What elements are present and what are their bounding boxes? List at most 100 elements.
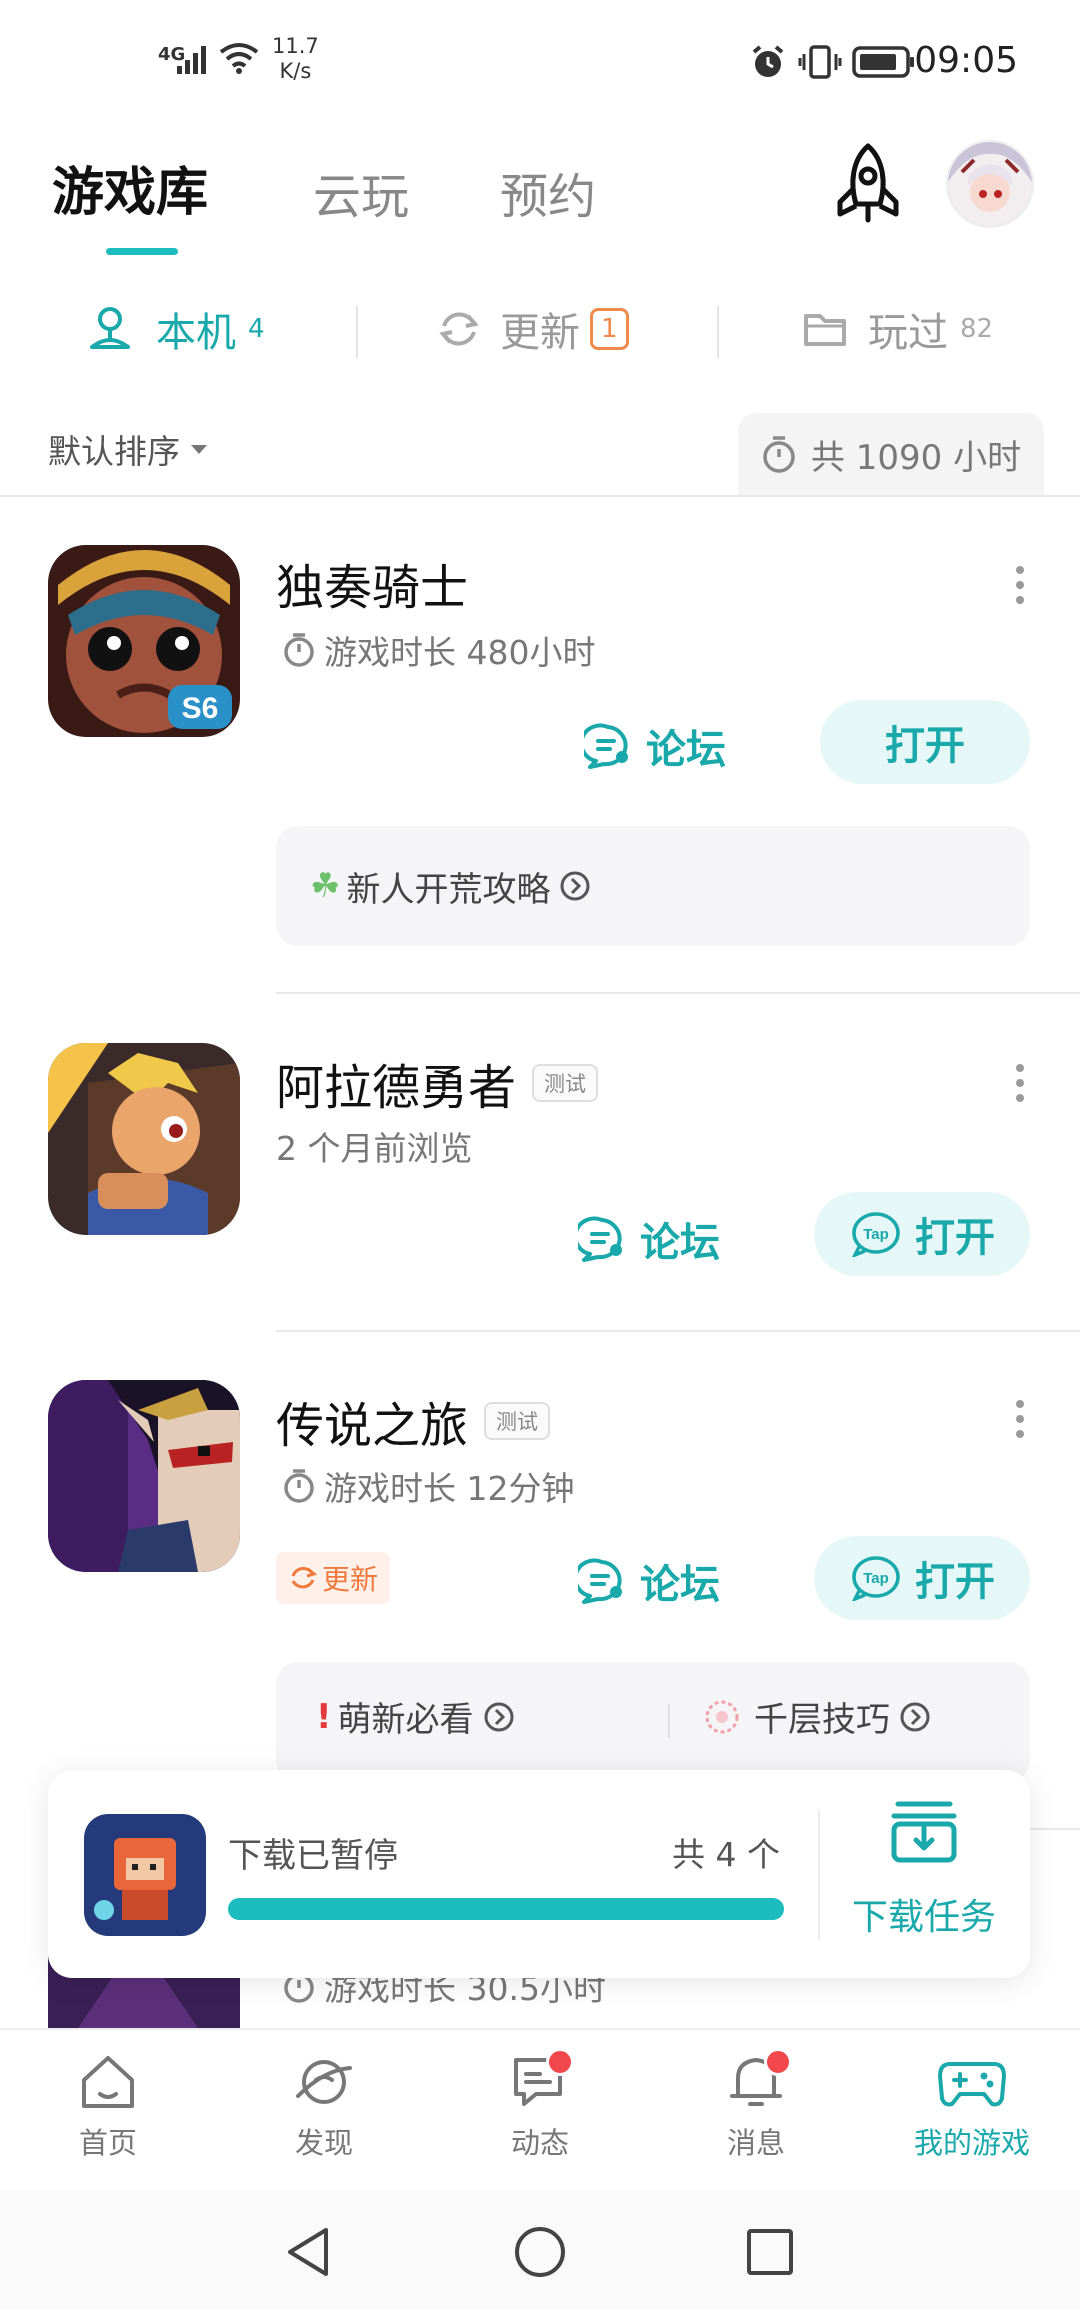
nav-label: 动态 xyxy=(510,2126,569,2160)
home-icon xyxy=(82,2056,134,2108)
download-card[interactable]: 下载已暂停 共 4 个 下载任务 xyxy=(48,1770,1030,1978)
wifi-icon xyxy=(219,43,259,74)
download-tasks-button[interactable]: 下载任务 xyxy=(852,1888,996,1940)
divider xyxy=(668,1704,670,1738)
more-menu-icon[interactable] xyxy=(1016,1064,1024,1109)
row-divider xyxy=(276,1330,1080,1332)
forum-button[interactable]: 论坛 xyxy=(578,1552,720,1610)
tab-cloud-play[interactable]: 云玩 xyxy=(313,157,409,227)
forum-label: 论坛 xyxy=(640,1562,720,1608)
bottom-nav: 首页 发现 动态 消息 我的游戏 xyxy=(0,2028,1080,2190)
guide-tip-skills[interactable]: 千层技巧 xyxy=(702,1692,932,1741)
game-title-row: 阿拉德勇者 测试 xyxy=(276,1048,599,1118)
total-playtime-text: 共 1090 小时 xyxy=(810,437,1022,478)
game-playtime: 游戏时长 12分钟 xyxy=(282,1462,574,1510)
forum-icon xyxy=(584,723,628,769)
open-game-button[interactable]: Tap 打开 xyxy=(814,1536,1030,1620)
speed-value: 11.7 xyxy=(272,34,319,58)
system-nav-bar xyxy=(0,2190,1080,2310)
update-tag-label: 更新 xyxy=(322,1563,379,1596)
guide-tips-row: ! 萌新必看 千层技巧 xyxy=(276,1662,1030,1782)
subtab-update-label: 更新 xyxy=(500,310,580,356)
guide-tip-newbie[interactable]: ! 萌新必看 xyxy=(316,1692,516,1741)
recents-icon[interactable] xyxy=(744,2226,796,2278)
clock: 09:05 xyxy=(914,40,1018,81)
guide-tip[interactable]: ☘ 新人开荒攻略 xyxy=(276,826,1030,946)
open-game-button[interactable]: Tap 打开 xyxy=(814,1192,1030,1276)
game-playtime-text: 游戏时长 480小时 xyxy=(324,633,596,672)
game-icon-arad[interactable] xyxy=(48,1043,240,1235)
guide-tip-label: 千层技巧 xyxy=(754,1700,890,1740)
exclamation-icon: ! xyxy=(316,1696,332,1737)
download-game-icon xyxy=(84,1814,206,1936)
forum-icon xyxy=(578,1216,622,1262)
nav-my-games[interactable]: 我的游戏 xyxy=(864,2050,1080,2162)
more-menu-icon[interactable] xyxy=(1016,1400,1024,1445)
game-title-row: 传说之旅 测试 xyxy=(276,1386,551,1456)
refresh-icon xyxy=(439,312,479,346)
sort-dropdown[interactable]: 默认排序 xyxy=(48,425,210,473)
nav-label: 我的游戏 xyxy=(913,2126,1030,2160)
game-last-viewed: 2 个月前浏览 xyxy=(276,1129,473,1168)
timer-icon xyxy=(763,436,795,473)
timer-icon xyxy=(284,1469,314,1503)
nav-label: 首页 xyxy=(78,2126,137,2160)
download-tray-icon xyxy=(891,1801,957,1863)
subtab-update[interactable]: 更新 1 xyxy=(436,300,629,358)
nav-discover[interactable]: 发现 xyxy=(216,2050,432,2162)
active-tab-indicator xyxy=(106,248,178,255)
gamepad-icon xyxy=(938,2062,1006,2107)
open-label: 打开 xyxy=(915,1215,995,1261)
update-tag[interactable]: 更新 xyxy=(276,1552,391,1604)
game-playtime: 游戏时长 480小时 xyxy=(282,626,595,674)
subtab-local-count: 4 xyxy=(248,314,265,344)
user-pin-icon xyxy=(90,307,130,349)
taptap-badge-text: Tap xyxy=(863,1226,889,1243)
nav-messages[interactable]: 消息 xyxy=(648,2048,864,2162)
game-title: 独奏骑士 xyxy=(276,560,469,616)
nav-feed[interactable]: 动态 xyxy=(432,2048,648,2162)
download-count: 共 4 个 xyxy=(672,1835,780,1874)
subtab-local-label: 本机 xyxy=(156,310,236,356)
download-status: 下载已暂停 xyxy=(228,1836,398,1876)
forum-button[interactable]: 论坛 xyxy=(584,717,726,775)
guide-tip-label: 萌新必看 xyxy=(337,1700,474,1740)
forum-label: 论坛 xyxy=(640,1220,720,1266)
flower-icon xyxy=(705,1700,739,1733)
forum-icon xyxy=(578,1558,622,1604)
network-speed: 11.7 K/s xyxy=(272,34,319,84)
vibrate-icon xyxy=(798,45,842,79)
rocket-icon[interactable] xyxy=(830,140,906,228)
more-menu-icon[interactable] xyxy=(1016,566,1024,611)
guide-tip-label: 新人开荒攻略 xyxy=(346,869,551,910)
taptap-icon: Tap xyxy=(852,1212,900,1257)
taptap-icon: Tap xyxy=(852,1556,900,1601)
divider xyxy=(818,1810,820,1940)
battery-icon xyxy=(852,46,914,78)
icon-badge-text: S6 xyxy=(182,692,219,725)
timer-icon xyxy=(284,633,314,667)
status-bar: 4G 11.7 K/s 09:05 xyxy=(0,0,1080,120)
subtab-played[interactable]: 玩过 82 xyxy=(802,300,993,358)
forum-button[interactable]: 论坛 xyxy=(578,1210,720,1268)
refresh-icon xyxy=(291,1567,318,1589)
update-count-badge: 1 xyxy=(590,308,629,350)
nav-home[interactable]: 首页 xyxy=(0,2050,216,2162)
game-icon-legend-journey[interactable] xyxy=(48,1380,240,1572)
notification-dot xyxy=(546,2048,574,2076)
folder-icon xyxy=(804,314,846,346)
tab-game-library[interactable]: 游戏库 xyxy=(52,150,208,225)
chevron-right-circle-icon xyxy=(484,1702,514,1731)
subtab-local[interactable]: 本机 4 xyxy=(84,300,265,358)
taptap-badge-text: Tap xyxy=(863,1570,889,1587)
back-icon[interactable] xyxy=(282,2224,334,2280)
row-divider xyxy=(276,992,1080,994)
nav-label: 消息 xyxy=(726,2126,785,2160)
game-icon-soul-knight[interactable]: S6 xyxy=(48,545,240,737)
home-circle-icon[interactable] xyxy=(512,2224,568,2280)
section-divider xyxy=(0,495,1080,497)
avatar[interactable] xyxy=(946,140,1034,228)
tab-reservation[interactable]: 预约 xyxy=(500,157,596,227)
test-tag: 测试 xyxy=(484,1402,551,1440)
open-game-button[interactable]: 打开 xyxy=(820,700,1030,784)
